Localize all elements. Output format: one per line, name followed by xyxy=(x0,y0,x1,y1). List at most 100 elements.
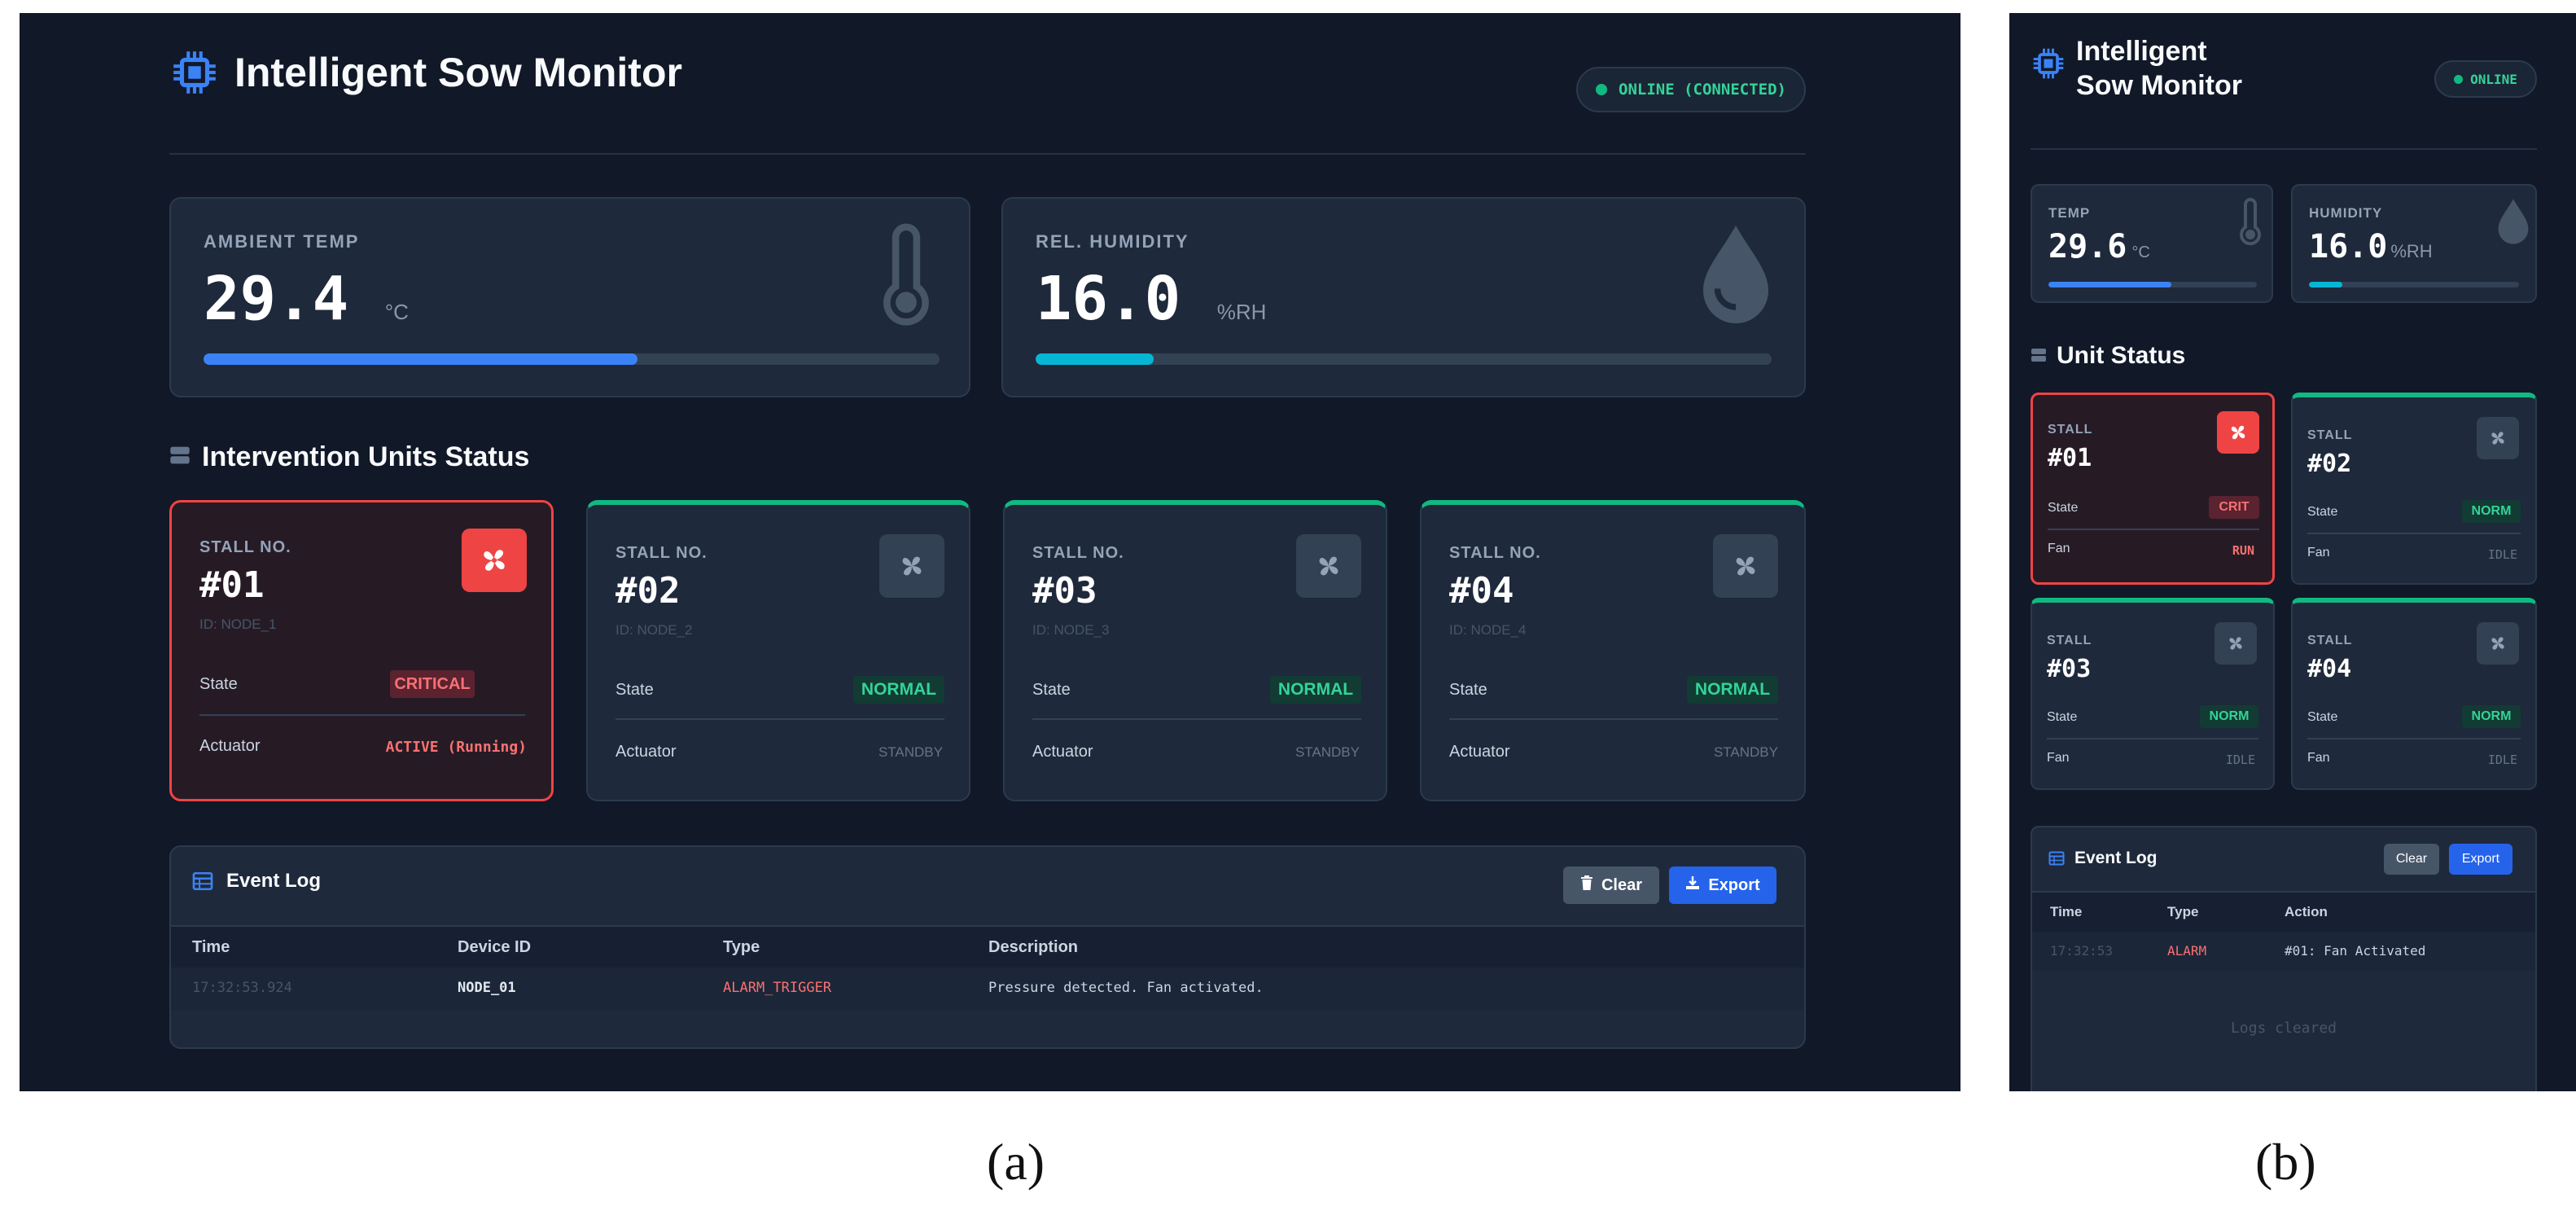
event-log-card: Event Log Clear Export Time Type Action … xyxy=(2031,826,2537,1091)
fan-label: Fan xyxy=(2307,751,2330,765)
fan-icon xyxy=(902,556,922,576)
state-badge: CRITICAL xyxy=(390,670,475,698)
app-title-text: Intelligent Sow Monitor xyxy=(234,50,682,95)
actuator-value: STANDBY xyxy=(1295,744,1360,760)
fan-icon xyxy=(2229,637,2242,650)
fan-icon xyxy=(2491,637,2504,650)
fan-value: IDLE xyxy=(2487,547,2517,562)
stall-card-03[interactable]: STALL #03 State NORM Fan IDLE xyxy=(2031,598,2275,790)
state-label: State xyxy=(2047,710,2078,724)
stall-node-id: ID: NODE_1 xyxy=(199,616,277,632)
stall-card-04[interactable]: STALL #04 State NORM Fan IDLE xyxy=(2291,598,2537,790)
temperature-label: TEMP xyxy=(2048,205,2091,221)
fan-toggle-button[interactable] xyxy=(1296,534,1361,598)
fan-toggle-button[interactable] xyxy=(1713,534,1778,598)
trash-icon xyxy=(1580,875,1593,895)
temperature-card: TEMP 29.6 °C xyxy=(2031,184,2273,303)
fan-toggle-button[interactable] xyxy=(2215,622,2257,665)
fan-label: Fan xyxy=(2047,751,2070,765)
fan-toggle-button[interactable] xyxy=(2477,622,2519,665)
clear-label: Clear xyxy=(2395,852,2428,866)
stall-node-id: ID: NODE_2 xyxy=(616,622,693,638)
state-label: State xyxy=(1032,681,1071,699)
humidity-unit: %RH xyxy=(2390,241,2433,261)
stall-label: STALL NO. xyxy=(1032,544,1124,562)
temperature-bar-fill xyxy=(204,353,638,365)
row-divider xyxy=(1032,718,1361,720)
droplet-icon xyxy=(1703,226,1768,323)
row-divider xyxy=(2307,533,2521,534)
table-row[interactable]: 17:32:53 ALARM #01: Fan Activated xyxy=(2032,932,2535,971)
fan-toggle-button[interactable] xyxy=(462,529,527,592)
row-divider xyxy=(2047,738,2258,739)
export-log-button[interactable]: Export xyxy=(2449,844,2512,875)
row-type: ALARM xyxy=(2167,943,2207,959)
col-type: Type xyxy=(723,938,760,956)
fan-value: IDLE xyxy=(2225,752,2255,767)
export-label: Export xyxy=(1708,875,1760,894)
row-description: Pressure detected. Fan activated. xyxy=(988,980,1264,996)
fan-icon xyxy=(2231,425,2245,440)
app-title-text: Intelligent Sow Monitor xyxy=(2076,34,2242,103)
table-row[interactable]: 17:32:53.924 NODE_01 ALARM_TRIGGER Press… xyxy=(171,967,1804,1010)
state-badge: NORMAL xyxy=(853,676,944,704)
fan-toggle-button[interactable] xyxy=(2217,411,2259,454)
event-log-title: Event Log xyxy=(2074,849,2158,867)
stall-card-01[interactable]: STALL #01 State CRIT Fan RUN xyxy=(2031,393,2275,585)
stall-number: #02 xyxy=(2307,450,2352,478)
row-divider xyxy=(1449,718,1778,720)
state-label: State xyxy=(2307,505,2338,519)
fan-label: Fan xyxy=(2307,546,2330,559)
stall-node-id: ID: NODE_4 xyxy=(1449,622,1527,638)
export-log-button[interactable]: Export xyxy=(1669,867,1776,904)
stall-card-01[interactable]: STALL NO. #01 ID: NODE_1 State CRITICAL … xyxy=(169,500,554,801)
stall-label: STALL xyxy=(2047,634,2092,647)
connection-status-badge: ONLINE (CONNECTED) xyxy=(1576,67,1806,112)
table-icon xyxy=(2048,850,2065,867)
stall-label: STALL NO. xyxy=(1449,544,1541,562)
temperature-label: AMBIENT TEMP xyxy=(204,231,360,252)
row-divider xyxy=(616,718,944,720)
stall-card-02[interactable]: STALL #02 State NORM Fan IDLE xyxy=(2291,393,2537,585)
row-time: 17:32:53.924 xyxy=(192,980,292,996)
server-icon xyxy=(169,441,191,473)
row-action: #01: Fan Activated xyxy=(2285,943,2426,959)
fan-toggle-button[interactable] xyxy=(879,534,944,598)
row-time: 17:32:53 xyxy=(2050,943,2114,959)
status-dot-icon xyxy=(2454,74,2464,84)
server-icon xyxy=(2031,342,2047,370)
humidity-value: 16.0 %RH xyxy=(2309,228,2433,265)
mobile-dashboard-panel: Intelligent Sow Monitor ONLINE TEMP 29.6… xyxy=(2009,13,2576,1091)
log-table-header: Time Device ID Type Description xyxy=(171,925,1804,967)
row-divider xyxy=(2307,738,2521,739)
event-log-title: Event Log xyxy=(226,870,322,892)
actuator-label: Actuator xyxy=(1032,743,1093,761)
state-badge: NORMAL xyxy=(1270,676,1361,704)
fan-icon xyxy=(2491,432,2504,445)
fan-toggle-button[interactable] xyxy=(2477,417,2519,459)
clear-label: Clear xyxy=(1601,875,1643,894)
fan-icon xyxy=(1736,556,1755,576)
clear-log-button[interactable]: Clear xyxy=(1563,867,1659,904)
temperature-bar-fill xyxy=(2048,282,2172,287)
cpu-chip-icon xyxy=(169,47,220,98)
thermometer-icon xyxy=(2240,198,2261,246)
fan-value: RUN xyxy=(2232,543,2254,558)
event-log-heading: Event Log xyxy=(192,870,321,893)
stall-card-03[interactable]: STALL NO. #03 ID: NODE_3 State NORMAL Ac… xyxy=(1003,500,1387,801)
temperature-value: 29.6 °C xyxy=(2048,228,2150,265)
header-divider xyxy=(2031,148,2537,150)
col-description: Description xyxy=(988,938,1079,956)
state-label: State xyxy=(2307,710,2338,724)
humidity-number: 16.0 xyxy=(2309,228,2388,265)
state-label: State xyxy=(199,675,238,693)
clear-log-button[interactable]: Clear xyxy=(2384,844,2439,875)
actuator-value: STANDBY xyxy=(878,744,943,760)
stall-card-04[interactable]: STALL NO. #04 ID: NODE_4 State NORMAL Ac… xyxy=(1420,500,1806,801)
stall-card-02[interactable]: STALL NO. #02 ID: NODE_2 State NORMAL Ac… xyxy=(586,500,970,801)
state-badge: NORM xyxy=(2200,705,2258,728)
header-divider xyxy=(169,153,1806,155)
stall-label: STALL xyxy=(2048,423,2093,437)
humidity-label: HUMIDITY xyxy=(2309,205,2383,221)
export-label: Export xyxy=(2461,852,2500,866)
